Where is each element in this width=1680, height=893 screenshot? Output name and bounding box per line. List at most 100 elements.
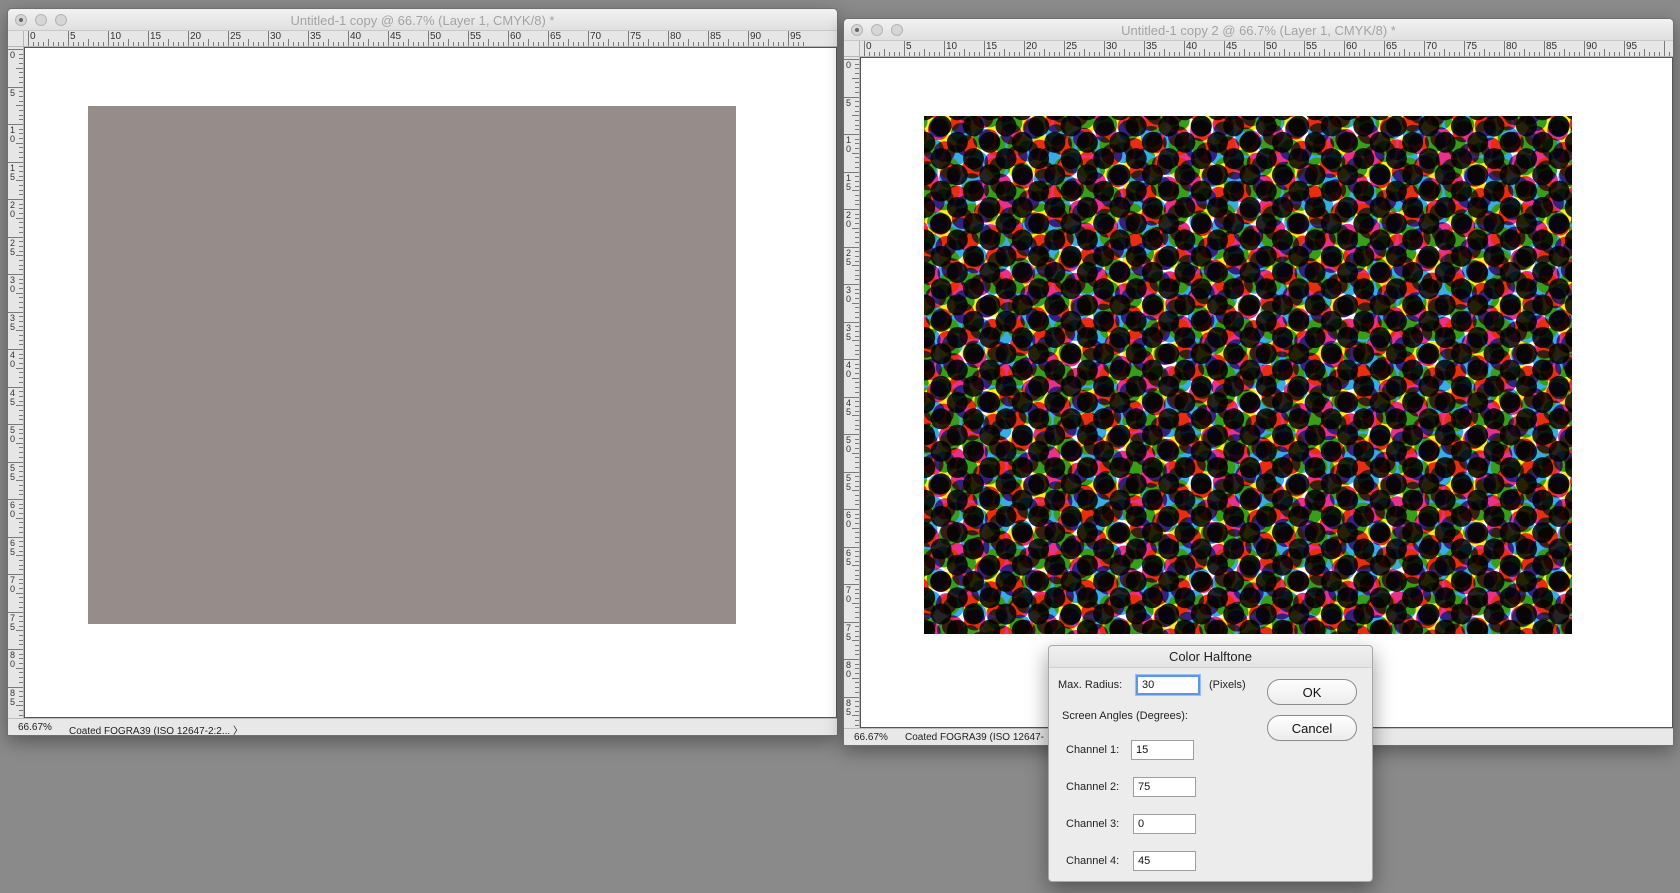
ruler-tick — [733, 42, 734, 46]
ruler-tick — [19, 606, 23, 608]
ruler-tick — [19, 278, 23, 280]
ruler-tick — [19, 583, 23, 585]
ruler-tick — [855, 635, 859, 637]
ruler-label: 8 0 — [10, 650, 16, 669]
ruler-label: 10 — [110, 31, 122, 42]
color-profile-info[interactable]: Coated FOGRA39 (ISO 12647-2:2... 〉 — [69, 722, 243, 735]
ruler-tick — [1269, 52, 1270, 56]
vertical-ruler[interactable]: 0 5 1 0 1 5 2 0 2 5 3 0 3 5 4 0 4 5 5 0 5 5 6 0 6 5 7 … — [8, 47, 24, 718]
ruler-origin[interactable] — [8, 31, 24, 47]
ruler-tick — [1274, 52, 1275, 56]
halftone-pattern — [924, 116, 1572, 634]
ruler-tick — [193, 42, 194, 46]
ruler-tick — [58, 42, 59, 46]
ruler-tick — [1339, 52, 1340, 56]
color-halftone-dialog[interactable]: Color Halftone Max. Radius: (Pixels) Scr… — [1048, 645, 1373, 882]
ruler-tick — [353, 42, 354, 46]
ruler-tick — [728, 39, 729, 46]
ruler-tick — [1294, 52, 1295, 56]
ruler-tick — [1239, 52, 1240, 56]
ruler-tick — [443, 42, 444, 46]
ruler-tick — [855, 480, 859, 482]
ruler-tick — [1234, 52, 1235, 56]
ruler-tick — [83, 42, 84, 46]
ruler-tick — [1454, 52, 1455, 56]
ruler-tick — [1144, 41, 1145, 56]
halftone-image — [924, 116, 1572, 634]
ruler-tick — [213, 42, 214, 46]
vertical-ruler[interactable]: 0 5 1 0 1 5 2 0 2 5 3 0 3 5 4 0 4 5 5 0 5 5 6 0 6 5 7 … — [844, 57, 860, 728]
document-window-1[interactable]: Untitled-1 copy @ 66.7% (Layer 1, CMYK/8… — [7, 8, 838, 736]
ruler-label: 30 — [270, 31, 282, 42]
ruler-tick — [879, 52, 880, 56]
ruler-tick — [133, 42, 134, 46]
window-titlebar[interactable]: Untitled-1 copy 2 @ 66.7% (Layer 1, CMYK… — [844, 19, 1673, 41]
channel-1-input[interactable] — [1131, 740, 1194, 760]
ruler-tick — [1359, 52, 1360, 56]
ruler-tick — [855, 274, 859, 276]
ruler-tick — [1394, 52, 1395, 56]
ruler-label: 95 — [1626, 41, 1638, 52]
ruler-tick — [293, 42, 294, 46]
ruler-tick — [19, 578, 23, 580]
ruler-tick — [19, 334, 23, 336]
ruler-tick — [163, 42, 164, 46]
horizontal-ruler[interactable]: 0 5 10 15 20 25 30 35 40 45 50 55 60 65 70 75 80 85 90 95 — [860, 41, 1673, 57]
ruler-tick — [855, 485, 859, 487]
ruler-tick — [19, 513, 23, 515]
ruler-tick — [1404, 49, 1405, 56]
ruler-tick — [855, 176, 859, 178]
ruler-tick — [19, 147, 23, 149]
ruler-tick — [19, 316, 23, 318]
ruler-tick — [855, 429, 859, 431]
document-window-2[interactable]: Untitled-1 copy 2 @ 66.7% (Layer 1, CMYK… — [843, 18, 1674, 746]
ruler-label: 35 — [310, 31, 322, 42]
ruler-tick — [1039, 52, 1040, 56]
ruler-tick — [398, 42, 399, 46]
ruler-tick — [348, 31, 349, 46]
ruler-tick — [508, 31, 509, 46]
ruler-tick — [19, 663, 23, 665]
document-canvas[interactable] — [24, 47, 837, 718]
ruler-tick — [1209, 52, 1210, 56]
ruler-tick — [1064, 41, 1065, 56]
zoom-level[interactable]: 66.67% — [854, 732, 888, 743]
ruler-origin[interactable] — [844, 41, 860, 57]
ruler-tick — [1214, 52, 1215, 56]
ruler-tick — [518, 42, 519, 46]
ruler-tick — [378, 42, 379, 46]
channel-3-input[interactable] — [1133, 814, 1196, 834]
ruler-tick — [88, 39, 89, 46]
document-canvas[interactable] — [860, 57, 1673, 728]
ruler-tick — [618, 42, 619, 46]
ruler-tick — [273, 42, 274, 46]
ruler-tick — [929, 52, 930, 56]
ruler-tick — [19, 213, 23, 215]
cancel-button[interactable]: Cancel — [1267, 715, 1357, 741]
max-radius-input[interactable] — [1136, 675, 1200, 695]
ruler-label: 2 5 — [846, 247, 852, 267]
ruler-tick — [1444, 49, 1445, 56]
ruler-tick — [874, 52, 875, 56]
ruler-tick — [1664, 41, 1665, 56]
color-profile-info[interactable]: Coated FOGRA39 (ISO 12647- — [905, 732, 1044, 743]
ruler-tick — [19, 602, 23, 604]
ruler-label: 1 5 — [846, 172, 852, 192]
channel-4-input[interactable] — [1133, 851, 1196, 871]
ruler-tick — [1154, 52, 1155, 56]
horizontal-ruler[interactable]: 0 5 10 15 20 25 30 35 40 45 50 55 60 65 70 75 80 85 90 95 — [24, 31, 837, 47]
ok-button[interactable]: OK — [1267, 679, 1357, 705]
channel-2-input[interactable] — [1133, 777, 1196, 797]
ruler-tick — [1099, 52, 1100, 56]
ruler-tick — [855, 649, 859, 651]
ruler-tick — [855, 143, 859, 145]
ruler-tick — [979, 52, 980, 56]
window-titlebar[interactable]: Untitled-1 copy @ 66.7% (Layer 1, CMYK/8… — [8, 9, 837, 31]
ruler-tick — [1029, 52, 1030, 56]
ruler-tick — [803, 42, 804, 46]
ruler-tick — [852, 115, 859, 117]
zoom-level[interactable]: 66.67% — [18, 722, 52, 733]
ruler-tick — [658, 42, 659, 46]
ruler-tick — [368, 39, 369, 46]
ruler-tick — [855, 307, 859, 309]
